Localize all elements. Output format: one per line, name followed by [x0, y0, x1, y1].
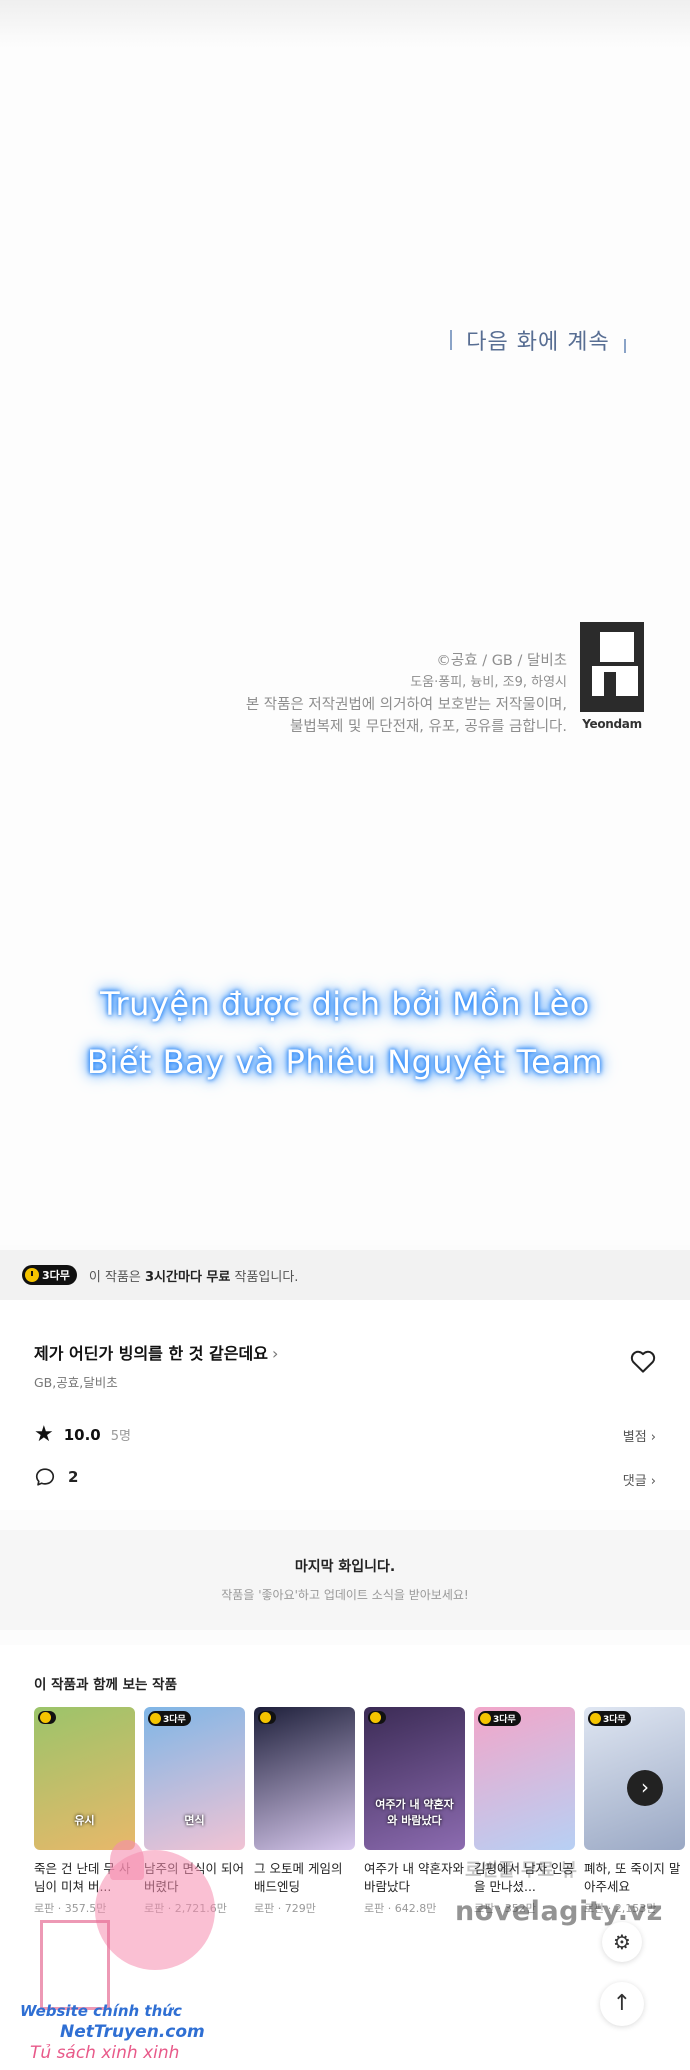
recommendation-meta: 로판 · 729만: [254, 1902, 316, 1915]
carousel-next-button[interactable]: ›: [627, 1770, 663, 1806]
cover-title: 유시: [74, 1814, 95, 1827]
caption-bar-right: [623, 339, 626, 353]
translator-line-1: Truyện được dịch bởi Mồn Lèo: [100, 985, 590, 1023]
wait-free-badge: 3다무: [22, 1265, 77, 1285]
work-title: 제가 어딘가 빙의를 한 것 같은데요: [34, 1344, 268, 1363]
rating-value: 10.0: [63, 1425, 101, 1444]
recommendations-heading: 이 작품과 함께 보는 작품: [34, 1677, 177, 1693]
rating-count: 5명: [110, 1429, 131, 1444]
rating-row: ★ 10.0 5명: [34, 1422, 131, 1447]
cover-title: 면식: [184, 1814, 205, 1827]
clock-icon: [25, 1268, 39, 1282]
last-episode-banner: 마지막 화입니다. 작품을 '좋아요'하고 업데이트 소식을 받아보세요!: [0, 1530, 690, 1630]
yeondam-logo: Yeondam: [580, 622, 644, 742]
clock-icon: [150, 1713, 161, 1724]
recommendation-cover: [254, 1707, 355, 1850]
comic-panel: 다음 화에 계속 ©공효 / GB / 달비초 도움·퐁피, 늉비, 조9, 하…: [0, 0, 690, 1245]
caption-bar-left: [450, 330, 453, 350]
clock-icon: [260, 1712, 271, 1723]
clock-icon: [40, 1712, 51, 1723]
watermark-right: 로빈플 무료 뷰 novelagity.vz: [455, 1852, 685, 1942]
wait-free-badge: [38, 1711, 56, 1724]
work-title-link[interactable]: 제가 어딘가 빙의를 한 것 같은데요 ›: [34, 1340, 278, 1364]
heart-icon: [630, 1350, 656, 1373]
recommendation-cover: 여주가 내 약혼자와 바람났다: [364, 1707, 465, 1850]
recommendation-title: 여주가 내 약혼자와 바람났다: [364, 1861, 464, 1894]
books-outline: [40, 1920, 110, 2010]
like-button[interactable]: [628, 1346, 658, 1376]
recommendation-title: 그 오토메 게임의 배드엔딩: [254, 1861, 343, 1894]
next-episode-text: 다음 화에 계속: [466, 330, 610, 355]
rate-button[interactable]: 별점 ›: [623, 1426, 656, 1445]
wait-free-badge: [258, 1711, 276, 1724]
recommendation-cover: 유시: [34, 1707, 135, 1850]
next-episode-caption: 다음 화에 계속: [438, 322, 638, 358]
recommendation-cover: 3다무: [474, 1707, 575, 1850]
clock-icon: [370, 1712, 381, 1723]
panel-top-fade: [0, 0, 690, 48]
star-icon: ★: [34, 1422, 54, 1447]
watermark-right-small: 로빈플 무료 뷰: [465, 1860, 577, 1881]
scroll-top-button[interactable]: ↑: [600, 1982, 644, 2026]
chevron-right-icon: ›: [271, 1344, 279, 1363]
yeondam-logo-label: Yeondam: [582, 717, 642, 731]
free-notice-text: 이 작품은 3시간마다 무료 작품입니다.: [88, 1269, 299, 1285]
clock-icon: [590, 1713, 601, 1724]
copyright-line-2: 도움·퐁피, 늉비, 조9, 하영시: [410, 675, 567, 690]
recommendation-card[interactable]: 여주가 내 약혼자와 바람났다 여주가 내 약혼자와 바람났다 로판 · 642.8…: [364, 1707, 465, 1916]
yeondam-logo-mark: [580, 622, 644, 712]
clock-icon: [480, 1713, 491, 1724]
comments-button[interactable]: 댓글 ›: [623, 1470, 656, 1489]
wait-free-badge: 3다무: [478, 1711, 521, 1726]
recommendation-meta: 로판 · 642.8만: [364, 1902, 437, 1915]
watermark-right-main: novelagity.vz: [455, 1896, 663, 1927]
recommendation-cover: 3다무면식: [144, 1707, 245, 1850]
copyright-line-4: 불법복제 및 무단전재, 유포, 공유를 금합니다.: [290, 719, 567, 735]
translator-credit: Truyện được dịch bởi Mồn Lèo Biết Bay và…: [0, 975, 690, 1091]
settings-button[interactable]: ⚙: [602, 1922, 642, 1962]
mascot-blob: [95, 1850, 215, 1970]
translator-line-2: Biết Bay và Phiêu Nguyệt Team: [86, 1043, 604, 1081]
copyright-line-1: ©공효 / GB / 달비초: [436, 653, 567, 669]
wait-free-badge: 3다무: [148, 1711, 191, 1726]
comment-icon: [35, 1468, 55, 1486]
wait-free-badge: 3다무: [588, 1711, 631, 1726]
gear-icon: ⚙: [613, 1930, 631, 1954]
comment-count: 2: [68, 1468, 79, 1486]
work-authors: GB,공효,달비초: [34, 1375, 118, 1390]
free-notice-bar: 3다무 이 작품은 3시간마다 무료 작품입니다.: [0, 1250, 690, 1300]
copyright-line-3: 본 작품은 저작권법에 의거하여 보호받는 저작물이며,: [245, 697, 567, 713]
watermark-left: Website chính thức NetTruyen.com Tủ sách…: [0, 1840, 220, 2070]
comments-row[interactable]: 2: [34, 1466, 78, 1488]
watermark-left-line-2: NetTruyen.com: [60, 2022, 205, 2042]
copyright-block: ©공효 / GB / 달비초 도움·퐁피, 늉비, 조9, 하영시 본 작품은 …: [200, 650, 567, 738]
work-info-card: 제가 어딘가 빙의를 한 것 같은데요 › GB,공효,달비초 ★ 10.0 5명…: [0, 1300, 690, 1510]
last-episode-sub: 작품을 '좋아요'하고 업데이트 소식을 받아보세요!: [221, 1588, 469, 1602]
last-episode-heading: 마지막 화입니다.: [294, 1559, 396, 1575]
cover-title: 여주가 내 약혼자와 바람났다: [375, 1798, 454, 1827]
watermark-left-line-1: Website chính thức: [20, 2002, 182, 2020]
recommendation-card[interactable]: 그 오토메 게임의 배드엔딩로판 · 729만: [254, 1707, 355, 1916]
watermark-left-line-3: Tủ sách xinh xinh: [30, 2043, 180, 2063]
wait-free-badge: [368, 1711, 386, 1724]
arrow-up-icon: ↑: [612, 1991, 632, 2016]
